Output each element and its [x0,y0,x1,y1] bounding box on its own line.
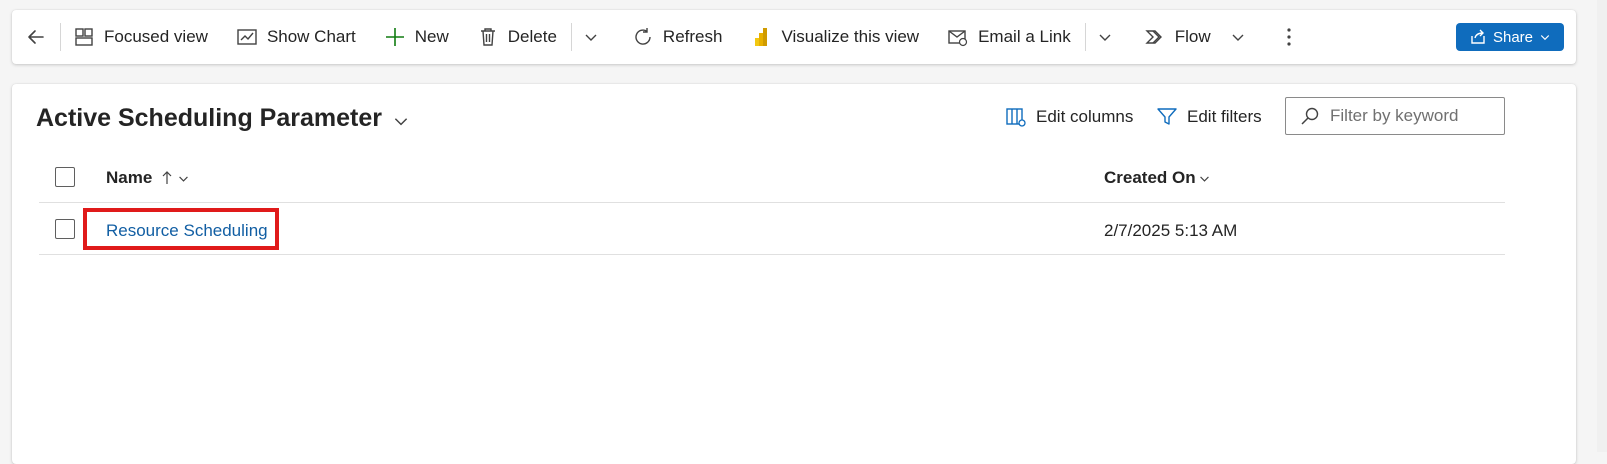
divider [1084,23,1086,51]
chevron-down-icon [179,176,189,182]
scrollbar[interactable] [1597,0,1607,452]
view-selector[interactable]: Active Scheduling Parameter [36,104,410,133]
column-header-name[interactable]: Name [106,168,189,188]
edit-filters-label: Edit filters [1187,107,1262,126]
search-input[interactable] [1330,106,1500,126]
search-icon [1301,107,1319,125]
email-link-icon [947,26,969,48]
focused-view-button[interactable]: Focused view [63,19,218,55]
chevron-down-icon [1232,34,1244,41]
sort-ascending-icon [162,171,172,184]
filter-icon [1157,108,1177,125]
delete-button[interactable]: Delete [467,19,567,55]
back-button[interactable] [12,19,60,55]
row-checkbox[interactable] [55,219,75,239]
flow-dropdown[interactable] [1221,19,1255,55]
flow-label: Flow [1174,27,1211,46]
chevron-down-icon [1099,34,1111,41]
focused-view-icon [73,26,95,48]
edit-columns-button[interactable]: Edit columns [1005,106,1133,128]
show-chart-label: Show Chart [266,27,356,46]
divider [570,23,572,51]
filter-by-keyword-field[interactable] [1285,97,1505,135]
edit-filters-button[interactable]: Edit filters [1156,106,1262,128]
data-grid: Name Created On Resource Scheduling 2/7/… [39,151,1505,255]
flow-button[interactable]: Flow [1134,19,1221,55]
share-label: Share [1492,28,1534,46]
refresh-icon [632,26,654,48]
email-link-button[interactable]: Email a Link [937,19,1081,55]
page-title: Active Scheduling Parameter [36,104,382,132]
select-all-checkbox[interactable] [55,167,75,187]
refresh-button[interactable]: Refresh [622,19,733,55]
visualize-button[interactable]: Visualize this view [740,19,929,55]
grid-header: Name Created On [39,151,1505,203]
focused-view-label: Focused view [104,27,208,46]
visualize-label: Visualize this view [781,27,920,46]
more-vertical-icon [1287,28,1291,46]
refresh-label: Refresh [662,27,723,46]
more-options-button[interactable] [1271,19,1307,55]
table-row[interactable]: Resource Scheduling 2/7/2025 5:13 AM [39,203,1505,255]
new-button[interactable]: New [374,19,459,55]
new-label: New [414,27,449,46]
chevron-down-icon [1199,176,1209,182]
record-name-link[interactable]: Resource Scheduling [106,221,268,241]
delete-label: Delete [507,27,557,46]
flow-icon [1144,26,1166,48]
share-icon [1471,29,1485,44]
edit-columns-icon [1006,108,1026,127]
chart-icon [236,26,258,48]
divider [60,23,61,51]
column-header-created-on[interactable]: Created On [1104,168,1210,188]
plus-icon [384,26,406,48]
power-bi-icon [750,26,772,48]
email-link-label: Email a Link [978,27,1071,46]
command-bar: Focused view Show Chart New Delete Refre… [12,10,1576,64]
chevron-down-icon [394,117,408,125]
trash-icon [477,26,499,48]
back-arrow-icon [28,30,44,44]
email-dropdown[interactable] [1088,19,1122,55]
column-name-label: Name [106,168,153,187]
column-created-on-label: Created On [1104,168,1196,187]
edit-columns-label: Edit columns [1036,107,1134,126]
view-panel: Active Scheduling Parameter Edit columns… [12,84,1576,464]
chevron-down-icon [1540,35,1550,41]
created-on-cell: 2/7/2025 5:13 AM [1104,221,1238,240]
show-chart-button[interactable]: Show Chart [226,19,366,55]
more-commands-dropdown[interactable] [574,19,608,55]
chevron-down-icon [585,34,597,41]
share-button[interactable]: Share [1456,23,1564,51]
